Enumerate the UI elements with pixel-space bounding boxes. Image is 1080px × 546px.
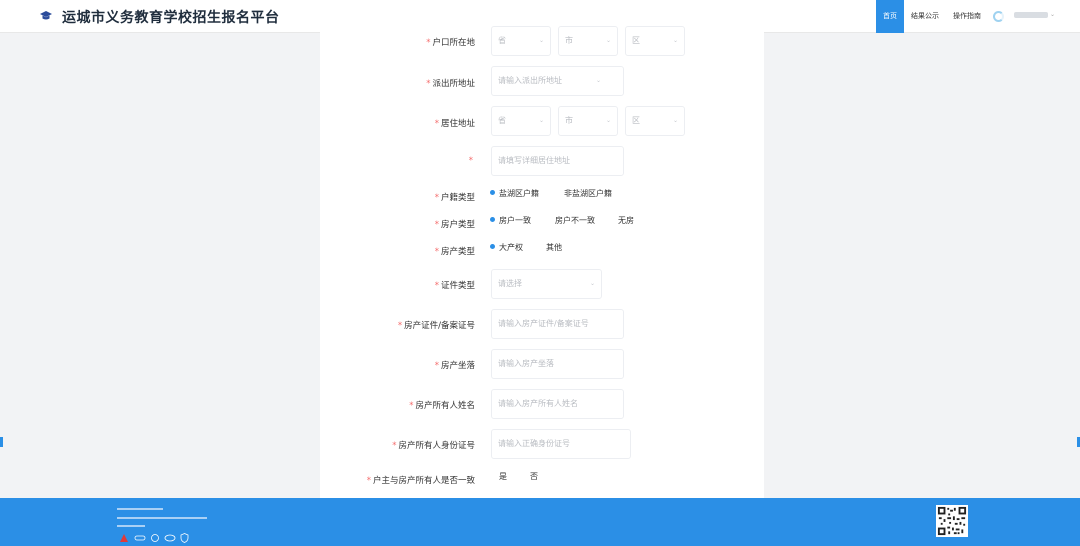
residence-city-select[interactable]: 市 ⌄ bbox=[558, 106, 618, 136]
footer-info-line-2 bbox=[117, 517, 207, 519]
radio-selected-dot bbox=[490, 217, 495, 222]
radio-selected-dot bbox=[490, 244, 495, 249]
nav-home[interactable]: 首页 bbox=[876, 0, 904, 33]
label-residence-detail: * bbox=[468, 156, 473, 166]
id-type-select[interactable]: 请选择 ⌄ bbox=[491, 269, 602, 299]
shield-icon bbox=[180, 533, 189, 543]
chevron-down-icon: ⌄ bbox=[589, 280, 595, 287]
radio-full-property[interactable]: 大产权 bbox=[490, 242, 523, 253]
chevron-down-icon: ⌄ bbox=[672, 37, 678, 44]
label-hukou-location: * 户口所在地 bbox=[426, 38, 475, 48]
page-footer bbox=[0, 498, 1080, 546]
footer-info-line-3 bbox=[117, 525, 145, 527]
chevron-down-icon: ⌄ bbox=[538, 37, 544, 44]
hukou-city-select[interactable]: 市 ⌄ bbox=[558, 26, 618, 56]
footer-badge-logo-4 bbox=[164, 534, 176, 542]
label-police-station: * 派出所地址 bbox=[426, 79, 475, 89]
nav-results[interactable]: 结果公示 bbox=[904, 0, 946, 33]
radio-house-mismatch[interactable]: 房户不一致 bbox=[555, 215, 595, 226]
radio-yanhu-hukou[interactable]: 盐湖区户籍 bbox=[490, 188, 539, 199]
chevron-down-icon: ⌄ bbox=[605, 117, 611, 124]
radio-non-yanhu-hukou[interactable]: 非盐湖区户籍 bbox=[564, 188, 612, 199]
radio-match-yes[interactable]: 是 bbox=[499, 471, 507, 482]
radio-house-match[interactable]: 房户一致 bbox=[490, 215, 531, 226]
footer-badge-logo-2 bbox=[134, 535, 146, 541]
property-cert-input[interactable]: 请输入房产证件/备案证号 bbox=[491, 309, 624, 339]
owner-name-input[interactable]: 请输入房产所有人姓名 bbox=[491, 389, 624, 419]
nav-guide[interactable]: 操作指南 bbox=[946, 0, 988, 33]
site-title: 运城市义务教育学校招生报名平台 bbox=[62, 10, 280, 26]
police-station-input[interactable]: 请输入派出所地址 ⌄ bbox=[491, 66, 624, 96]
hukou-province-select[interactable]: 省 ⌄ bbox=[491, 26, 551, 56]
label-owner-name: * 房产所有人姓名 bbox=[409, 401, 475, 411]
hukou-district-select[interactable]: 区 ⌄ bbox=[625, 26, 685, 56]
qr-code-image bbox=[936, 505, 968, 537]
chevron-down-icon: ⌄ bbox=[605, 37, 611, 44]
label-owner-match: * 户主与房产所有人是否一致 bbox=[366, 476, 475, 486]
radio-no-house[interactable]: 无房 bbox=[618, 215, 634, 226]
radio-other-property[interactable]: 其他 bbox=[546, 242, 562, 253]
graduation-cap-icon bbox=[40, 11, 52, 20]
chevron-down-icon: ⌄ bbox=[538, 117, 544, 124]
property-location-input[interactable]: 请输入房产坐落 bbox=[491, 349, 624, 379]
label-id-type: * 证件类型 bbox=[434, 281, 475, 291]
left-edge-tab[interactable] bbox=[0, 437, 3, 447]
residence-detail-input[interactable]: 请填写详细居住地址 bbox=[491, 146, 624, 176]
residence-district-select[interactable]: 区 ⌄ bbox=[625, 106, 685, 136]
label-property-location: * 房产坐落 bbox=[434, 361, 475, 371]
label-owner-id: * 房产所有人身份证号 bbox=[392, 441, 475, 451]
label-property-type: * 房产类型 bbox=[434, 247, 475, 257]
chevron-down-icon[interactable]: ⌄ bbox=[1050, 11, 1055, 18]
footer-badge-logo-1 bbox=[120, 534, 128, 542]
chevron-down-icon: ⌄ bbox=[595, 77, 601, 84]
owner-id-input[interactable]: 请输入正确身份证号 bbox=[491, 429, 631, 459]
top-nav: 首页 结果公示 操作指南 bbox=[876, 0, 988, 33]
label-housing-type: * 房户类型 bbox=[434, 220, 475, 230]
residence-province-select[interactable]: 省 ⌄ bbox=[491, 106, 551, 136]
label-residence: * 居住地址 bbox=[434, 119, 475, 129]
label-property-cert: * 房产证件/备案证号 bbox=[397, 321, 475, 331]
user-name-blurred[interactable] bbox=[1014, 12, 1048, 18]
user-avatar[interactable] bbox=[993, 11, 1004, 22]
radio-selected-dot bbox=[490, 190, 495, 195]
footer-badge-logo-3 bbox=[151, 534, 159, 542]
label-household-type: * 户籍类型 bbox=[434, 193, 475, 203]
chevron-down-icon: ⌄ bbox=[672, 117, 678, 124]
footer-info-line-1 bbox=[117, 508, 163, 510]
radio-match-no[interactable]: 否 bbox=[530, 471, 538, 482]
